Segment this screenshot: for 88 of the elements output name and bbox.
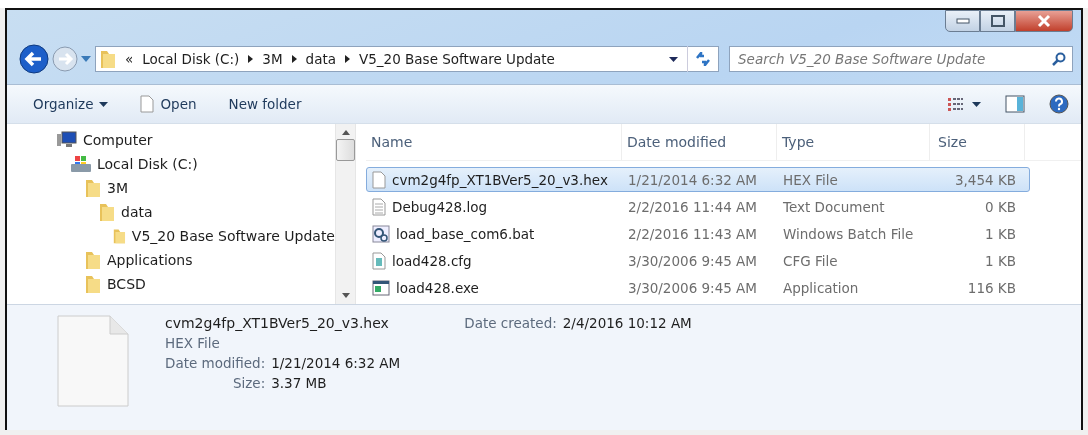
- tree-item[interactable]: Applications: [107, 252, 193, 268]
- folder-icon: [99, 202, 115, 222]
- file-icon: [57, 315, 129, 407]
- file-name: cvm2g4fp_XT1BVer5_20_v3.hex: [165, 315, 390, 331]
- search-icon: [1052, 52, 1066, 66]
- type-cell-text: Application: [782, 279, 860, 296]
- open-button[interactable]: Open: [136, 92, 201, 116]
- file-name: load_base_com6.bat: [396, 225, 535, 242]
- scroll-down-icon[interactable]: [341, 293, 350, 298]
- caret-icon: [99, 101, 109, 107]
- breadcrumb[interactable]: V5_20 Base Software Update: [359, 51, 555, 67]
- close-button[interactable]: [1015, 10, 1073, 32]
- field-value: 2/4/2016 10:12 AM: [562, 315, 692, 333]
- column-header[interactable]: Type: [777, 124, 930, 160]
- date-cell-text: 3/30/2006 9:45 AM: [627, 279, 758, 296]
- type-cell-text: Text Document: [782, 198, 886, 215]
- folder-icon: [85, 178, 101, 198]
- size-cell-text: 1 KB: [984, 225, 1017, 242]
- maximize-button[interactable]: [980, 10, 1015, 32]
- size-cell-text: 1 KB: [984, 252, 1017, 269]
- dropdown-arrow-icon[interactable]: [669, 56, 678, 62]
- field-label: Size:: [231, 375, 266, 391]
- file-name: Debug428.log: [392, 198, 488, 215]
- type-cell-text: Windows Batch File: [782, 225, 915, 242]
- refresh-icon: [695, 52, 711, 66]
- file-name: cvm2g4fp_XT1BVer5_20_v3.hex: [392, 171, 608, 188]
- minimize-icon: [955, 18, 970, 24]
- field-value: 3.37 MB: [271, 375, 328, 391]
- size-cell-text: 0 KB: [984, 198, 1017, 215]
- file-row[interactable]: load_base_com6.bat 2/2/2016 11:43 AM Windows Batch File 1 KB: [366, 221, 1030, 246]
- date-cell-text: 1/21/2014 6:32 AM: [627, 171, 758, 188]
- file-row[interactable]: Debug428.log 2/2/2016 11:44 AM Text Document 0 KB: [366, 194, 1030, 219]
- tree-item[interactable]: BCSD: [107, 276, 146, 292]
- disk-icon: [71, 155, 91, 173]
- breadcrumb[interactable]: Local Disk (C:): [142, 51, 240, 67]
- gear-file-icon: [372, 224, 390, 243]
- maximize-icon: [990, 15, 1005, 27]
- chevron-icon: [248, 55, 254, 63]
- tree-item[interactable]: Local Disk (C:): [97, 156, 198, 172]
- chevron-icon: [291, 55, 297, 63]
- close-icon: [1036, 14, 1052, 28]
- file-name: load428.cfg: [392, 252, 472, 269]
- type-cell-text: HEX File: [782, 171, 839, 188]
- file-row[interactable]: cvm2g4fp_XT1BVer5_20_v3.hex 1/21/2014 6:32 AM HEX File 3,454 KB: [366, 167, 1030, 192]
- application-icon: [372, 279, 390, 296]
- config-file-icon: [372, 251, 386, 270]
- organize-button[interactable]: Organize: [29, 93, 113, 115]
- folder-icon: [85, 274, 101, 294]
- column-header[interactable]: Name: [366, 124, 622, 160]
- scrollbar-thumb[interactable]: [336, 139, 355, 161]
- address-bar[interactable]: « Local Disk (C:) 3M data V5_20 Base Software Update: [95, 46, 719, 72]
- tree-item[interactable]: V5_20 Base Software Update: [131, 228, 335, 244]
- file-row[interactable]: load428.exe 3/30/2006 9:45 AM Application 116 KB: [366, 275, 1030, 300]
- new-folder-button[interactable]: New folder: [224, 93, 306, 115]
- file-name: load428.exe: [396, 279, 479, 296]
- column-header[interactable]: Date modified: [622, 124, 777, 160]
- overflow-chevron: «: [125, 51, 134, 67]
- tree-item[interactable]: Computer: [83, 132, 153, 148]
- date-cell-text: 2/2/2016 11:43 AM: [627, 225, 758, 242]
- view-options-icon[interactable]: [947, 97, 981, 111]
- search-field[interactable]: Search V5_20 Base Software Update: [729, 46, 1073, 72]
- breadcrumb[interactable]: data: [305, 51, 336, 67]
- folder-icon: [100, 49, 116, 69]
- scroll-up-icon[interactable]: [341, 130, 350, 135]
- preview-pane-icon[interactable]: [1005, 95, 1025, 113]
- computer-icon: [57, 131, 77, 149]
- field-value: 1/21/2014 6:32 AM: [271, 355, 401, 371]
- size-cell-text: 3,454 KB: [953, 171, 1017, 188]
- file-icon: [140, 95, 155, 113]
- tree-item[interactable]: data: [121, 204, 153, 220]
- file-row[interactable]: load428.cfg 3/30/2006 9:45 AM CFG File 1 KB: [366, 248, 1030, 273]
- file-type: HEX File: [165, 335, 221, 351]
- minimize-button[interactable]: [945, 10, 980, 32]
- tree-item[interactable]: 3M: [107, 180, 128, 196]
- date-cell-text: 3/30/2006 9:45 AM: [627, 252, 758, 269]
- field-label: Date modified:: [165, 355, 266, 371]
- column-header[interactable]: Size: [930, 124, 1025, 160]
- date-cell-text: 2/2/2016 11:44 AM: [627, 198, 758, 215]
- field-label: Date created:: [464, 315, 557, 333]
- file-icon: [372, 170, 386, 189]
- breadcrumb[interactable]: 3M: [262, 51, 283, 67]
- back-button[interactable]: [19, 44, 49, 74]
- help-icon[interactable]: [1049, 94, 1069, 114]
- chevron-icon: [345, 55, 350, 63]
- size-cell-text: 116 KB: [966, 279, 1017, 296]
- text-file-icon: [372, 197, 386, 216]
- type-cell-text: CFG File: [782, 252, 839, 269]
- folder-icon: [85, 250, 101, 270]
